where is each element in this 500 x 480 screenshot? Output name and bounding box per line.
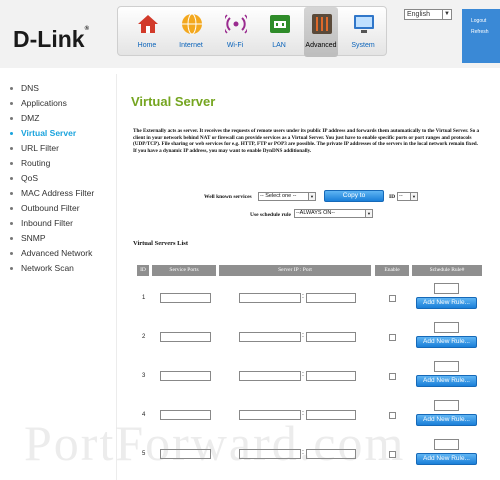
nav-label: Wi-Fi <box>226 42 244 49</box>
sidebar-item-dns[interactable]: DNS <box>10 83 39 93</box>
sidebar-item-snmp[interactable]: SNMP <box>10 233 46 243</box>
sidebar-item-applications[interactable]: Applications <box>10 98 67 108</box>
sidebar-item-mac-address-filter[interactable]: MAC Address Filter <box>10 188 94 198</box>
bullet-icon <box>10 102 13 106</box>
add-new-rule-button[interactable]: Add New Rule... <box>416 375 477 387</box>
server-port-input[interactable] <box>306 332 356 342</box>
server-ip-input[interactable] <box>239 293 301 303</box>
logo: D-Link® <box>13 26 89 52</box>
sidebar-item-advanced-network[interactable]: Advanced Network <box>10 248 92 258</box>
well-known-services-select[interactable]: -- Select one -- ▼ <box>258 192 316 201</box>
sidebar-item-qos[interactable]: QoS <box>10 173 38 183</box>
enable-checkbox[interactable] <box>389 373 396 380</box>
bullet-icon <box>10 222 13 226</box>
nav-wifi[interactable]: Wi-Fi <box>218 7 252 57</box>
enable-checkbox[interactable] <box>389 295 396 302</box>
service-ports-input[interactable] <box>160 371 211 381</box>
sidebar-item-url-filter[interactable]: URL Filter <box>10 143 59 153</box>
add-new-rule-button[interactable]: Add New Rule... <box>416 336 477 348</box>
add-new-rule-button[interactable]: Add New Rule... <box>416 453 477 465</box>
column-header-enable: Enable <box>375 265 409 276</box>
copy-to-button[interactable]: Copy to <box>324 190 384 202</box>
home-icon <box>138 15 158 33</box>
schedule-rule-input[interactable] <box>434 283 459 294</box>
server-ip-input[interactable] <box>239 371 301 381</box>
nav-label: LAN <box>272 42 286 49</box>
bullet-icon <box>10 207 13 211</box>
nav-system[interactable]: System <box>346 7 380 57</box>
logout-link[interactable]: Logout <box>471 18 486 24</box>
bullet-icon <box>10 147 13 151</box>
schedule-rule-label: Use schedule rule <box>250 212 291 218</box>
schedule-rule-select[interactable]: --ALWAYS ON-- ▼ <box>294 209 373 218</box>
sidebar-item-outbound-filter[interactable]: Outbound Filter <box>10 203 80 213</box>
server-port-input[interactable] <box>306 371 356 381</box>
page-description: The Externally acts as server. It receiv… <box>133 128 480 154</box>
nav-label: Home <box>137 42 157 49</box>
id-select[interactable]: -- ▼ <box>397 192 418 201</box>
column-header-server-ip-port: Server IP : Port <box>219 265 371 276</box>
schedule-rule-input[interactable] <box>434 439 459 450</box>
bullet-icon <box>10 267 13 271</box>
colon-separator: : <box>302 293 304 300</box>
service-ports-input[interactable] <box>160 332 211 342</box>
chevron-down-icon: ▼ <box>308 193 315 200</box>
colon-separator: : <box>302 332 304 339</box>
bullet-icon <box>10 117 13 121</box>
column-header-schedule-rule: Schedule Rule# <box>412 265 482 276</box>
chevron-down-icon: ▼ <box>410 193 417 200</box>
watermark: PortForward.com <box>24 415 406 471</box>
sidebar-item-dmz[interactable]: DMZ <box>10 113 39 123</box>
add-new-rule-button[interactable]: Add New Rule... <box>416 297 477 309</box>
column-header-id: ID <box>137 265 149 276</box>
enable-checkbox[interactable] <box>389 334 396 341</box>
account-panel: Logout Refresh <box>462 9 500 63</box>
lan-icon <box>270 15 290 33</box>
nav-label: Advanced <box>305 42 337 49</box>
wifi-icon <box>225 14 247 34</box>
bullet-icon <box>10 162 13 166</box>
colon-separator: : <box>302 371 304 378</box>
chevron-down-icon: ▼ <box>442 10 451 19</box>
server-port-input[interactable] <box>306 293 356 303</box>
section-title: Virtual Servers List <box>133 240 188 247</box>
page-title: Virtual Server <box>131 94 216 109</box>
row-id: 1 <box>142 295 146 301</box>
service-ports-input[interactable] <box>160 293 211 303</box>
add-new-rule-button[interactable]: Add New Rule... <box>416 414 477 426</box>
schedule-rule-input[interactable] <box>434 322 459 333</box>
bullet-icon <box>10 177 13 181</box>
header: D-Link® Home Internet Wi-Fi LAN Advanced… <box>0 0 500 68</box>
row-id: 3 <box>142 373 146 379</box>
well-known-services-label: Well known services <box>204 194 252 200</box>
nav-label: System <box>351 42 375 49</box>
top-nav: Home Internet Wi-Fi LAN Advanced System <box>117 6 387 57</box>
bullet-icon <box>10 192 13 196</box>
row-id: 2 <box>142 334 146 340</box>
advanced-icon <box>312 14 332 34</box>
nav-label: Internet <box>179 42 203 49</box>
sidebar-item-network-scan[interactable]: Network Scan <box>10 263 74 273</box>
chevron-down-icon: ▼ <box>365 210 372 217</box>
nav-advanced[interactable]: Advanced <box>304 7 338 57</box>
bullet-icon <box>10 132 13 136</box>
bullet-icon <box>10 252 13 256</box>
server-ip-input[interactable] <box>239 332 301 342</box>
language-select[interactable]: English ▼ <box>404 9 452 20</box>
nav-lan[interactable]: LAN <box>262 7 296 57</box>
sidebar-item-inbound-filter[interactable]: Inbound Filter <box>10 218 73 228</box>
monitor-icon <box>354 15 374 33</box>
bullet-icon <box>10 87 13 91</box>
refresh-link[interactable]: Refresh <box>471 29 489 35</box>
id-label: ID <box>389 194 396 200</box>
schedule-rule-input[interactable] <box>434 361 459 372</box>
sidebar-item-virtual-server[interactable]: Virtual Server <box>10 128 76 138</box>
column-header-service-ports: Service Ports <box>152 265 216 276</box>
schedule-rule-input[interactable] <box>434 400 459 411</box>
bullet-icon <box>10 237 13 241</box>
globe-icon <box>182 13 202 35</box>
sidebar-item-routing[interactable]: Routing <box>10 158 50 168</box>
nav-home[interactable]: Home <box>130 7 164 57</box>
nav-internet[interactable]: Internet <box>174 7 208 57</box>
